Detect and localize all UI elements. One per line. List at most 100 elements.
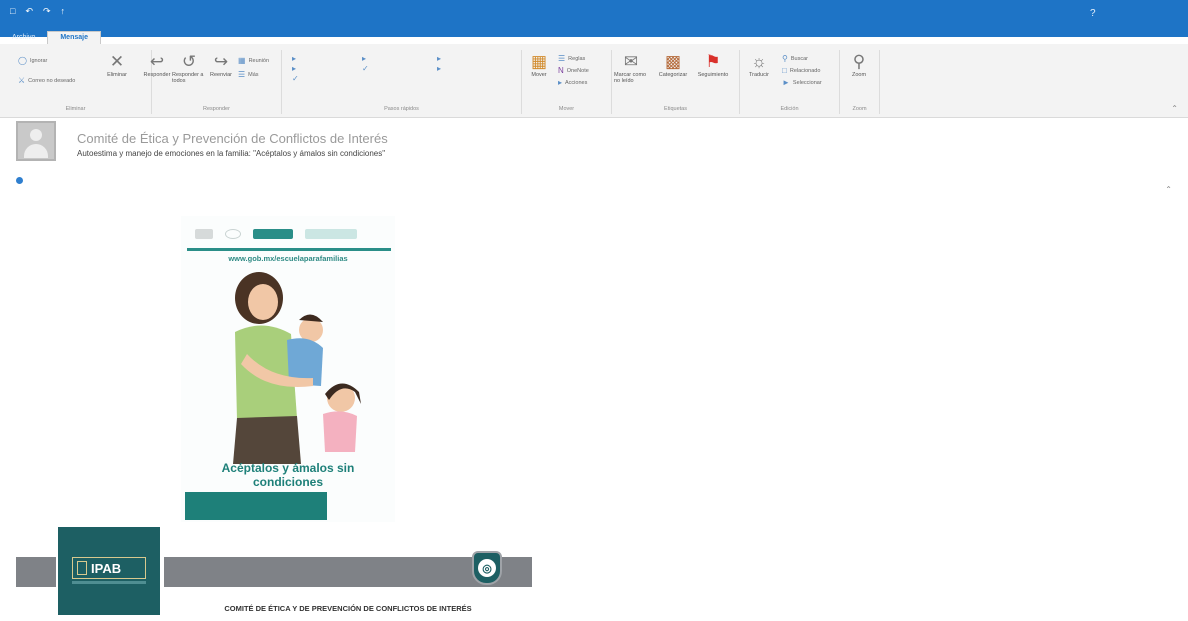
junk-button[interactable]: ⚔ Correo no deseado xyxy=(18,76,75,85)
info-icon xyxy=(16,177,23,184)
title-bar: □ ↶ ↷ ↑ ? Archivo Mensaje xyxy=(0,0,1188,44)
program-logo xyxy=(305,229,357,239)
follow-up-button[interactable]: ⚑ Seguimiento xyxy=(696,52,730,78)
group-label: Responder xyxy=(203,106,230,112)
close-icon: ✕ xyxy=(109,52,125,71)
junk-icon: ⚔ xyxy=(18,76,26,85)
group-zoom: ⚲ Zoom Zoom xyxy=(840,50,880,114)
save-icon[interactable]: □ xyxy=(10,6,15,17)
categorize-icon: ▩ xyxy=(664,52,682,71)
mark-unread-button[interactable]: ✉ Marcar como no leído xyxy=(614,52,648,84)
flyer-url: www.gob.mx/escuelaparafamilias xyxy=(228,254,348,263)
group-respond: ↩ Responder ↺ Responder a todos ↪ Reenviar … xyxy=(144,50,282,114)
emblem-icon: ◎ xyxy=(478,559,496,577)
select-icon: ► xyxy=(782,78,790,87)
expand-header-icon[interactable]: ⌃ xyxy=(1165,185,1172,194)
search-button[interactable]: ⚲ Buscar xyxy=(782,54,808,63)
tab-archivo[interactable]: Archivo xyxy=(0,32,47,44)
ipab-subline xyxy=(72,581,146,584)
ipab-logo-box: IPAB xyxy=(58,527,160,615)
translate-button[interactable]: ☼ Traducir xyxy=(742,52,776,78)
window-title xyxy=(390,11,790,19)
delete-button[interactable]: ✕ Eliminar xyxy=(100,52,134,78)
ipab-mark-icon xyxy=(77,561,87,575)
rules-icon: ☰ xyxy=(558,54,566,63)
flag-icon: ⚑ xyxy=(705,52,721,71)
zoom-button[interactable]: ⚲ Zoom xyxy=(842,52,876,78)
group-label: Etiquetas xyxy=(664,106,687,112)
mother-children-illustration xyxy=(233,272,361,464)
quick-step-7[interactable]: ▸ xyxy=(437,64,441,73)
calendar-icon: ▦ xyxy=(238,56,246,65)
government-logo xyxy=(195,229,213,239)
group-label: Eliminar xyxy=(65,106,86,112)
ipab-logo: IPAB xyxy=(72,557,146,579)
quick-step-2[interactable]: ▸ xyxy=(292,64,296,73)
group-move: ▦ Mover ☰ Reglas N OneNote ▸ Acciones Mover xyxy=(522,50,612,114)
collapse-ribbon-icon[interactable]: ⌃ xyxy=(1171,104,1178,113)
meeting-button[interactable]: ▦ Reunión xyxy=(238,56,269,65)
more-icon: ☰ xyxy=(238,70,246,79)
ignore-icon: ◯ xyxy=(18,56,27,65)
flyer-title: Acéptalos y ámalos sin condiciones xyxy=(221,461,355,489)
flyer-logo-bar xyxy=(195,222,381,246)
sender-avatar xyxy=(16,121,56,161)
reply-icon: ↩ xyxy=(149,52,165,71)
select-button[interactable]: ► Seleccionar xyxy=(782,78,822,87)
move-button[interactable]: ▦ Mover xyxy=(522,52,556,78)
folder-icon: ▦ xyxy=(530,52,548,71)
categorize-button[interactable]: ▩ Categorizar xyxy=(656,52,690,78)
related-icon: □ xyxy=(782,66,787,75)
reply-all-button[interactable]: ↺ Responder a todos xyxy=(172,52,206,84)
forward-button[interactable]: ↪ Reenviar xyxy=(204,52,238,78)
message-subject: Autoestima y manejo de emociones en la f… xyxy=(77,149,386,158)
flyer-divider xyxy=(187,248,391,251)
reply-button[interactable]: ↩ Responder xyxy=(140,52,174,78)
quick-step-6[interactable]: ▸ xyxy=(437,54,441,63)
footer-banner: IPAB ◎ COMITÉ DE ÉTICA Y DE PREVENCIÓN D… xyxy=(16,527,532,619)
more-button[interactable]: ☰ Más xyxy=(238,70,259,79)
sep-logo xyxy=(253,229,293,239)
up-arrow-icon[interactable]: ↑ xyxy=(61,6,66,17)
group-label: Mover xyxy=(558,106,575,112)
ribbon-tabs: Archivo Mensaje xyxy=(0,30,125,44)
envelope-icon: ✉ xyxy=(623,52,639,71)
actions-icon: ▸ xyxy=(558,78,563,87)
message-info-bar[interactable] xyxy=(16,177,25,184)
group-label: Zoom xyxy=(852,106,867,112)
help-icon[interactable]: ? xyxy=(1090,8,1096,19)
group-delete: ◯ Ignorar ⚔ Correo no deseado ✕ Eliminar El… xyxy=(0,50,152,114)
undo-icon[interactable]: ↶ xyxy=(25,6,33,17)
group-label: Edición xyxy=(780,106,799,112)
group-quick-steps: ▸ ▸ ✓ ▸ ✓ ▸ ▸ Pasos rápidos xyxy=(282,50,522,114)
message-sender[interactable]: Comité de Ética y Prevención de Conflict… xyxy=(77,131,388,146)
reply-all-icon: ↺ xyxy=(181,52,197,71)
actions-button[interactable]: ▸ Acciones xyxy=(558,78,587,87)
group-editing: ☼ Traducir ⚲ Buscar □ Relacionado ► Seleccio… xyxy=(740,50,840,114)
rules-button[interactable]: ☰ Reglas xyxy=(558,54,585,63)
redo-icon[interactable]: ↷ xyxy=(43,6,51,17)
group-label: Pasos rápidos xyxy=(384,106,419,112)
quick-step-3[interactable]: ✓ xyxy=(292,74,299,83)
onenote-button[interactable]: N OneNote xyxy=(558,66,589,75)
search-icon: ⚲ xyxy=(782,54,788,63)
quick-step-1[interactable]: ▸ xyxy=(292,54,313,63)
banner-caption: COMITÉ DE ÉTICA Y DE PREVENCIÓN DE CONFL… xyxy=(224,604,472,613)
seal-logo xyxy=(225,229,241,239)
forward-icon: ↪ xyxy=(213,52,229,71)
quick-step-4[interactable]: ▸ xyxy=(362,54,366,63)
flyer-image: www.gob.mx/escuelaparafamilias Acéptalos… xyxy=(181,216,395,522)
group-tags: ✉ Marcar como no leído ▩ Categorizar ⚑ Segu… xyxy=(612,50,740,114)
tab-mensaje[interactable]: Mensaje xyxy=(47,31,101,44)
flyer-band xyxy=(185,492,327,520)
committee-emblem: ◎ xyxy=(472,551,502,585)
onenote-icon: N xyxy=(558,66,564,75)
related-button[interactable]: □ Relacionado xyxy=(782,66,820,75)
translate-icon: ☼ xyxy=(751,52,767,71)
quick-step-5[interactable]: ✓ xyxy=(362,64,369,73)
quick-access-toolbar: □ ↶ ↷ ↑ xyxy=(10,6,65,17)
banner-stripe-left xyxy=(16,557,56,587)
ribbon: ◯ Ignorar ⚔ Correo no deseado ✕ Eliminar El… xyxy=(0,44,1188,118)
magnifier-icon: ⚲ xyxy=(852,52,866,71)
ignore-button[interactable]: ◯ Ignorar xyxy=(18,56,47,65)
